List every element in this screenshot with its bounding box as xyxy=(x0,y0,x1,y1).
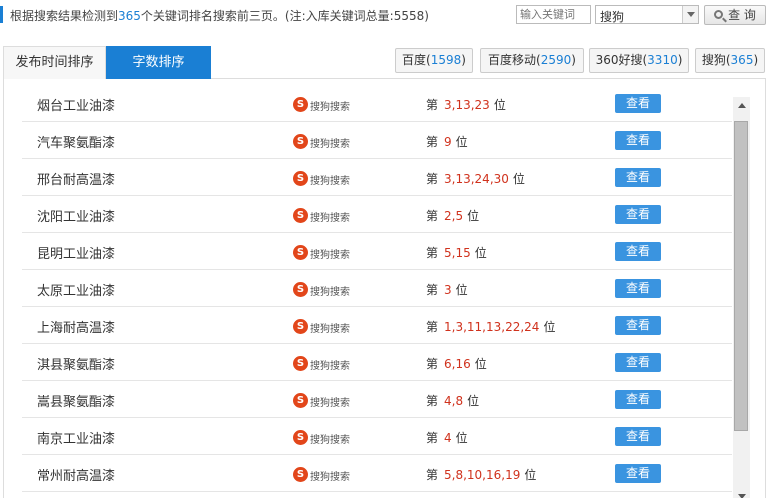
scrollbar[interactable] xyxy=(733,97,750,498)
rank-text: 第 3,13,23 位 xyxy=(426,98,506,112)
result-row-8: 淇县聚氨酯漆 S 搜狗搜索 第 6,16 位 查看 xyxy=(22,344,732,381)
tab-sort-by-time[interactable]: 发布时间排序 xyxy=(3,46,106,79)
sogou-logo-icon: S 搜狗搜索 xyxy=(293,393,353,409)
keyword-label: 南京工业油漆 xyxy=(37,432,116,447)
engine-tab-baidu[interactable]: 百度(1598) xyxy=(395,48,473,73)
view-button[interactable]: 查看 xyxy=(615,279,661,298)
scroll-down-icon[interactable] xyxy=(733,488,750,498)
keyword-label: 常州耐高温漆 xyxy=(37,469,116,484)
scroll-thumb[interactable] xyxy=(734,121,748,431)
sogou-logo-icon: S 搜狗搜索 xyxy=(293,467,353,483)
sogou-logo-icon: S 搜狗搜索 xyxy=(293,134,353,150)
tab-sort-by-length[interactable]: 字数排序 xyxy=(106,46,211,79)
accent-bar xyxy=(0,6,3,23)
sogou-logo-icon: S 搜狗搜索 xyxy=(293,245,353,261)
engine-select[interactable]: 搜狗 xyxy=(595,5,699,24)
view-button[interactable]: 查看 xyxy=(615,242,661,261)
engine-tab-360[interactable]: 360好搜(3310) xyxy=(589,48,689,73)
rank-text: 第 5,15 位 xyxy=(426,246,487,260)
result-row-4: 沈阳工业油漆 S 搜狗搜索 第 2,5 位 查看 xyxy=(22,196,732,233)
view-button[interactable]: 查看 xyxy=(615,94,661,113)
result-row-11: 常州耐高温漆 S 搜狗搜索 第 5,8,10,16,19 位 查看 xyxy=(22,455,732,492)
keyword-label: 上海耐高温漆 xyxy=(37,321,116,336)
result-row-5: 昆明工业油漆 S 搜狗搜索 第 5,15 位 查看 xyxy=(22,233,732,270)
scroll-up-icon[interactable] xyxy=(733,97,750,114)
rank-positions: 5,15 xyxy=(444,246,471,260)
rank-positions: 3,13,23 xyxy=(444,98,490,112)
keyword-label: 沈阳工业油漆 xyxy=(37,210,116,225)
rank-positions: 3,13,24,30 xyxy=(444,172,509,186)
rank-text: 第 3,13,24,30 位 xyxy=(426,172,525,186)
result-row-6: 太原工业油漆 S 搜狗搜索 第3位 查看 xyxy=(22,270,732,307)
keyword-label: 烟台工业油漆 xyxy=(37,99,116,114)
sogou-logo-icon: S 搜狗搜索 xyxy=(293,356,353,372)
rank-text: 第9位 xyxy=(426,135,468,149)
rank-positions: 1,3,11,13,22,24 xyxy=(444,320,540,334)
engine-select-value: 搜狗 xyxy=(600,10,625,24)
rank-positions: 6,16 xyxy=(444,357,471,371)
rank-text: 第3位 xyxy=(426,283,468,297)
tab-bar: 发布时间排序 字数排序 百度(1598) 百度移动(2590) 360好搜(33… xyxy=(3,46,766,79)
rank-text: 第 5,8,10,16,19 位 xyxy=(426,468,537,482)
summary-bar: 根据搜索结果检测到365个关键词排名搜索前三页。(注:入库关键词总量:5558)… xyxy=(0,0,769,30)
keyword-label: 汽车聚氨酯漆 xyxy=(37,136,116,151)
engine-tab-sogou[interactable]: 搜狗(365) xyxy=(695,48,765,73)
sogou-logo-icon: S 搜狗搜索 xyxy=(293,97,353,113)
view-button[interactable]: 查看 xyxy=(615,427,661,446)
rank-text: 第 4,8 位 xyxy=(426,394,480,408)
results-panel: 烟台工业油漆 S 搜狗搜索 第 3,13,23 位 查看 汽车聚氨酯漆 S 搜狗搜索 第… xyxy=(3,79,766,498)
search-icon xyxy=(714,10,723,19)
rank-positions: 4,8 xyxy=(444,394,464,408)
keyword-label: 昆明工业油漆 xyxy=(37,247,116,262)
result-row-9: 嵩县聚氨酯漆 S 搜狗搜索 第 4,8 位 查看 xyxy=(22,381,732,418)
result-row-2: 汽车聚氨酯漆 S 搜狗搜索 第9位 查看 xyxy=(22,122,732,159)
rank-positions: 3 xyxy=(444,283,452,297)
result-row-10: 南京工业油漆 S 搜狗搜索 第4位 查看 xyxy=(22,418,732,455)
rank-text: 第 1,3,11,13,22,24 位 xyxy=(426,320,556,334)
result-row-3: 邢台耐高温漆 S 搜狗搜索 第 3,13,24,30 位 查看 xyxy=(22,159,732,196)
keyword-label: 嵩县聚氨酯漆 xyxy=(37,395,116,410)
engine-tab-baidu-mobile[interactable]: 百度移动(2590) xyxy=(480,48,584,73)
rank-text: 第 2,5 位 xyxy=(426,209,480,223)
view-button[interactable]: 查看 xyxy=(615,390,661,409)
rank-positions: 2,5 xyxy=(444,209,464,223)
query-button[interactable]: 查 询 xyxy=(704,5,766,25)
sogou-logo-icon: S 搜狗搜索 xyxy=(293,430,353,446)
view-button[interactable]: 查看 xyxy=(615,131,661,150)
rank-text: 第 6,16 位 xyxy=(426,357,487,371)
sogou-logo-icon: S 搜狗搜索 xyxy=(293,208,353,224)
view-button[interactable]: 查看 xyxy=(615,205,661,224)
sogou-logo-icon: S 搜狗搜索 xyxy=(293,171,353,187)
view-button[interactable]: 查看 xyxy=(615,168,661,187)
results-list: 烟台工业油漆 S 搜狗搜索 第 3,13,23 位 查看 汽车聚氨酯漆 S 搜狗搜索 第… xyxy=(22,85,732,492)
result-row-7: 上海耐高温漆 S 搜狗搜索 第 1,3,11,13,22,24 位 查看 xyxy=(22,307,732,344)
rank-positions: 9 xyxy=(444,135,452,149)
rank-positions: 5,8,10,16,19 xyxy=(444,468,521,482)
view-button[interactable]: 查看 xyxy=(615,353,661,372)
sogou-logo-icon: S 搜狗搜索 xyxy=(293,319,353,335)
keyword-label: 邢台耐高温漆 xyxy=(37,173,116,188)
keyword-search-input[interactable] xyxy=(516,5,591,24)
rank-text: 第4位 xyxy=(426,431,468,445)
view-button[interactable]: 查看 xyxy=(615,316,661,335)
view-button[interactable]: 查看 xyxy=(615,464,661,483)
keyword-label: 太原工业油漆 xyxy=(37,284,116,299)
rank-positions: 4 xyxy=(444,431,452,445)
chevron-down-icon[interactable] xyxy=(682,6,698,23)
keyword-label: 淇县聚氨酯漆 xyxy=(37,358,116,373)
sogou-logo-icon: S 搜狗搜索 xyxy=(293,282,353,298)
summary-text: 根据搜索结果检测到365个关键词排名搜索前三页。(注:入库关键词总量:5558) xyxy=(10,9,429,23)
result-row-1: 烟台工业油漆 S 搜狗搜索 第 3,13,23 位 查看 xyxy=(22,85,732,122)
summary-count: 365 xyxy=(118,9,141,23)
